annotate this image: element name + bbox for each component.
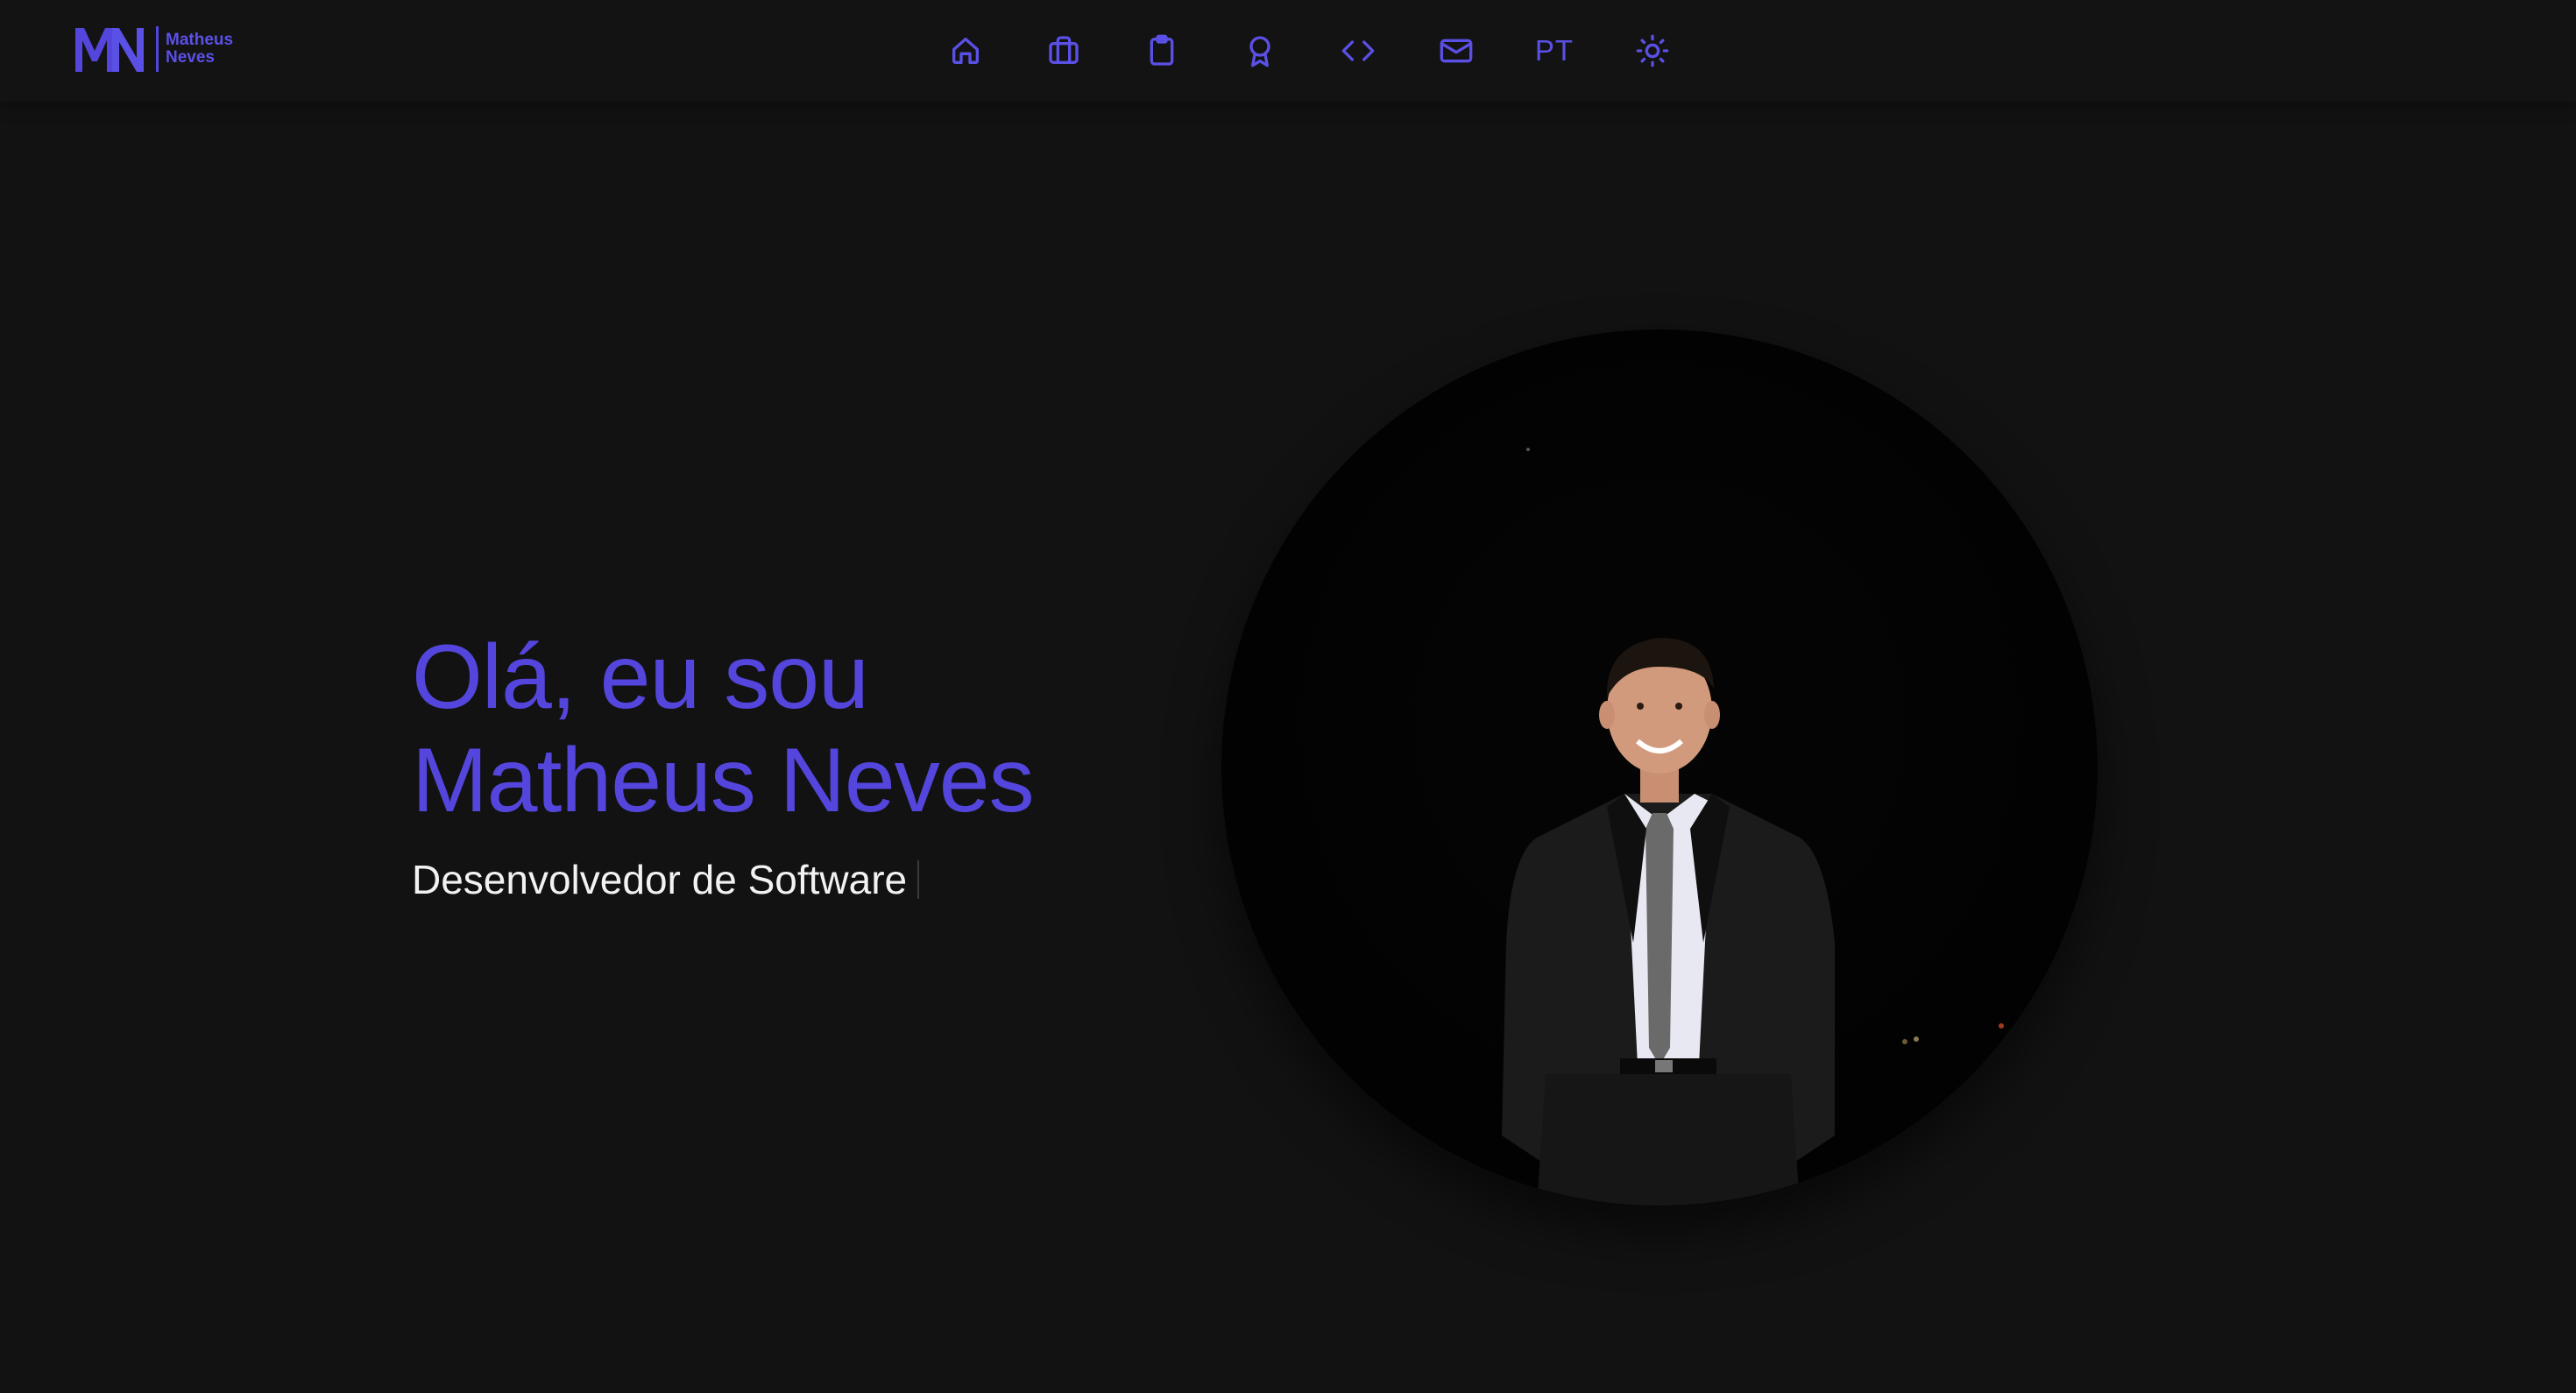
code-icon xyxy=(1341,40,1375,61)
brand-logo[interactable]: Matheus Neves xyxy=(74,25,233,74)
nav-certificates[interactable] xyxy=(1232,23,1288,79)
person-portrait-illustration xyxy=(1502,448,2004,1206)
home-icon xyxy=(952,38,979,65)
nav-code[interactable] xyxy=(1330,23,1386,79)
mail-icon xyxy=(1440,39,1473,63)
role-text: Desenvolvedor de Software xyxy=(412,857,908,902)
greeting-name: Matheus Neves xyxy=(412,730,1035,831)
mn-monogram-logo xyxy=(75,28,144,72)
clipboard-icon xyxy=(1150,34,1174,66)
nav-home[interactable] xyxy=(938,23,994,79)
brand-name-line1: Matheus xyxy=(166,31,234,49)
theme-toggle[interactable] xyxy=(1624,23,1681,79)
hero-intro: Olá, eu sou Matheus Neves Desenvolvedor … xyxy=(412,626,1035,904)
typing-caret xyxy=(917,860,920,899)
sun-icon xyxy=(1636,34,1669,67)
nav-contact[interactable] xyxy=(1428,23,1484,79)
hero-role: Desenvolvedor de Software xyxy=(412,855,1034,904)
nav-experience[interactable] xyxy=(1036,23,1092,79)
top-navbar: Matheus Neves PT xyxy=(0,0,2576,102)
hero-greeting: Olá, eu sou Matheus Neves xyxy=(412,626,1035,832)
profile-photo xyxy=(1221,329,2098,1206)
award-icon xyxy=(1249,36,1270,67)
brand-name: Matheus Neves xyxy=(166,32,233,67)
logo-divider xyxy=(156,26,159,72)
greeting-line1: Olá, eu sou xyxy=(412,626,869,728)
language-toggle[interactable]: PT xyxy=(1526,23,1582,79)
briefcase-icon xyxy=(1049,36,1079,65)
brand-name-line2: Neves xyxy=(166,48,215,67)
nav-projects[interactable] xyxy=(1134,23,1190,79)
